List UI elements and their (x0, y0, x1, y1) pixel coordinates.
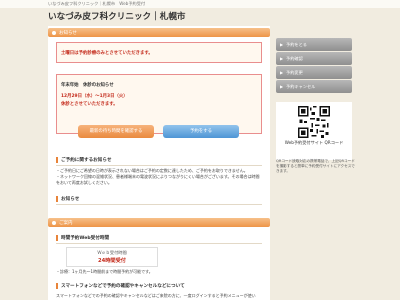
hours-note: ・診療：1ヶ月先～1時間前まで時間予約が可能です。 (56, 269, 153, 274)
hours-value: 24時間受付 (98, 258, 126, 264)
sidebar-menu: ▶ 予約をとる ▶ 予約確認 ▶ 予約変更 ▶ 予約キャンセル (276, 26, 352, 98)
breadcrumb: いなづみ皮フ科クリニック｜札幌市 Web予約受付 (48, 1, 146, 6)
reservation-info-heading: ご予約に関するお知らせ (56, 157, 262, 163)
make-reservation-button[interactable]: 予約をする (163, 125, 239, 138)
qr-code-icon (298, 106, 330, 138)
bullet-icon (52, 220, 56, 225)
sidebar-item-change[interactable]: ▶ 予約変更 (276, 66, 352, 79)
divider (56, 204, 262, 205)
qr-code-box: Web予約受付サイト QRコード (276, 102, 352, 160)
guide-section-header: ご案内 (48, 218, 270, 227)
sidebar-item-cancel[interactable]: ▶ 予約キャンセル (276, 80, 352, 93)
qr-caption: Web予約受付サイト QRコード (284, 140, 344, 145)
qr-note: QRコード読取対応の携帯電話で、上記QRコードを撮影すると簡単に予約受付サイトに… (276, 159, 355, 173)
sidebar-item-reserve[interactable]: ▶ 予約をとる (276, 38, 352, 51)
divider (56, 165, 262, 166)
news-heading: お知らせ (56, 196, 262, 202)
check-wait-time-button[interactable]: 最新の待ち時間を確認する (78, 125, 154, 138)
notice-section-header: お知らせ (48, 28, 270, 37)
sidebar-item-confirm[interactable]: ▶ 予約確認 (276, 52, 352, 65)
web-hours-box: Ｗｅｂ受付時間 24時間受付 (66, 247, 158, 267)
site-title[interactable]: いなづみ皮フ科クリニック｜札幌市 (48, 10, 186, 22)
arrow-icon: ▶ (280, 84, 284, 89)
saturday-notice: 土曜日は予約診療のみとさせていただきます。 (56, 42, 262, 63)
smartphone-body: スマートフォンなどでの予約の確認やキャンセルなどはご来院の方に、一度ログインする… (56, 293, 256, 298)
hours-label: Ｗｅｂ受付時間 (97, 250, 127, 255)
hours-heading: 時間予約Web受付時間 (56, 235, 262, 241)
arrow-icon: ▶ (280, 70, 284, 75)
bullet-icon (52, 30, 56, 35)
arrow-icon: ▶ (280, 42, 284, 47)
divider (56, 243, 262, 244)
smartphone-heading: スマートフォンなどで予約の確認やキャンセルなどについて (56, 283, 262, 289)
arrow-icon: ▶ (280, 56, 284, 61)
reservation-info-2: ・ネットワーク回線の混雑状況、患者様端末の電波状況によりつながりにくい場合がござ… (56, 174, 260, 185)
